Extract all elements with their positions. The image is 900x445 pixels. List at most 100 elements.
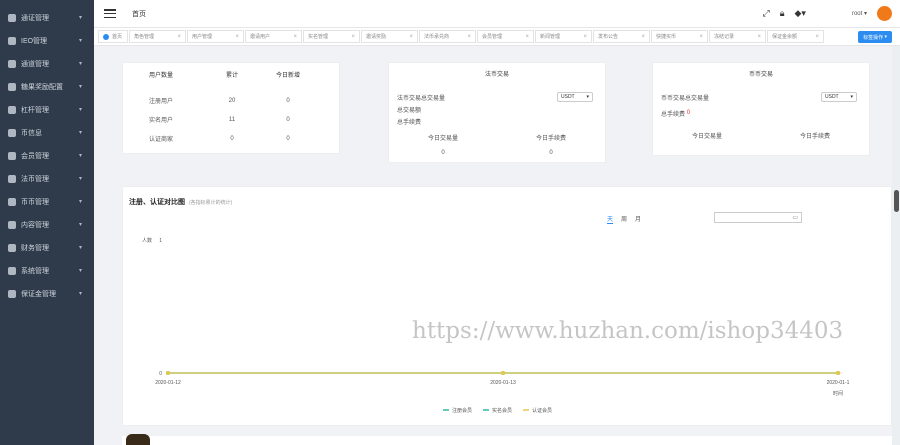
tab-label: 冻结记录 — [714, 34, 735, 40]
scrollbar-thumb[interactable] — [894, 190, 899, 212]
close-icon[interactable]: × — [757, 34, 761, 40]
top-header: 首页 ⤢ 🔒︎ ◆▾ root ▾ — [94, 0, 900, 28]
tab-label: 发布公告 — [598, 34, 619, 40]
tab-4[interactable]: 实名管理 × — [303, 30, 360, 43]
sidebar-item-6[interactable]: 会员管理 ▾ — [0, 144, 94, 167]
legal-fee-row: 总手续费 — [389, 115, 605, 127]
close-icon[interactable]: × — [467, 34, 471, 40]
menu-toggle-icon[interactable] — [104, 9, 116, 18]
coin-icon — [8, 128, 16, 137]
coin-currency-select[interactable]: USDT ▾ — [821, 92, 857, 102]
legal-today-vol-label: 今日交易量 — [427, 136, 458, 142]
exchange-icon — [8, 197, 16, 206]
sidebar-item-label: 内容管理 — [21, 221, 49, 229]
legal-trade-card: 法币交易 法币交易总交易量 USDT ▾ 总交易额 总手续费 今日交易量 今日手续… — [388, 62, 606, 163]
sidebar-item-9[interactable]: 内容管理 ▾ — [0, 213, 94, 236]
close-icon[interactable]: × — [351, 34, 355, 40]
close-icon[interactable]: × — [583, 34, 587, 40]
legal-volume-label: 法币交易总交易量 — [397, 95, 446, 102]
sidebar-item-0[interactable]: 通证管理 ▾ — [0, 6, 94, 29]
range-option-1[interactable]: 周 — [621, 214, 627, 224]
avatar[interactable] — [877, 6, 892, 21]
sidebar-item-2[interactable]: 通道管理 ▾ — [0, 52, 94, 75]
tab-5[interactable]: 邀请奖励 × — [361, 30, 418, 43]
close-icon[interactable]: × — [525, 34, 529, 40]
close-icon[interactable]: × — [815, 34, 819, 40]
row-total: 0 — [230, 135, 234, 142]
sidebar-item-5[interactable]: 币信息 ▾ — [0, 121, 94, 144]
legend-label-2: 认证会员 — [532, 407, 552, 414]
sidebar-item-7[interactable]: 法币管理 ▾ — [0, 167, 94, 190]
range-switch: 天周月 — [607, 214, 641, 224]
tab-label: 邀请用户 — [250, 34, 271, 40]
legal-currency-select[interactable]: USDT ▾ — [557, 92, 593, 102]
bottom-logo — [126, 434, 150, 445]
coin-today-fee-label: 今日手续费 — [799, 134, 830, 140]
sidebar-item-label: 系统管理 — [21, 267, 49, 275]
legal-currency-value: USDT — [561, 94, 575, 100]
tab-10[interactable]: 快捷买币 × — [651, 30, 708, 43]
tab-operations-button[interactable]: 标签操作 ▾ — [858, 31, 892, 43]
sidebar-item-12[interactable]: 保证金管理 ▾ — [0, 282, 94, 305]
sidebar-item-10[interactable]: 财务管理 ▾ — [0, 236, 94, 259]
row-total: 20 — [228, 97, 236, 104]
legal-today-vol-value: 0 — [441, 150, 445, 156]
tab-label: 角色管理 — [134, 34, 155, 40]
y-tick-label: 0 — [159, 371, 162, 377]
coin-today-vol-label: 今日交易量 — [691, 134, 722, 140]
close-icon[interactable]: × — [641, 34, 645, 40]
coin-currency-value: USDT — [825, 94, 839, 100]
range-option-2[interactable]: 月 — [635, 214, 641, 224]
page-scrollbar[interactable] — [892, 46, 900, 445]
legend-label-0: 注册会员 — [452, 407, 472, 414]
close-icon[interactable]: × — [293, 34, 297, 40]
tab-7[interactable]: 会员管理 × — [477, 30, 534, 43]
tab-9[interactable]: 发布公告 × — [593, 30, 650, 43]
chevron-down-icon: ▾ — [78, 15, 82, 21]
lock-icon[interactable]: 🔒︎ — [780, 8, 785, 19]
sidebar-item-8[interactable]: 币币管理 ▾ — [0, 190, 94, 213]
close-icon[interactable]: × — [699, 34, 703, 40]
close-icon[interactable]: × — [235, 34, 239, 40]
tab-bar: 首页 角色管理 × 用户管理 × 邀请用户 × 实名管理 × 邀请奖励 × 法币承兑商 × 会员管理 × 新闻… — [94, 28, 900, 46]
chevron-down-icon: ▾ — [78, 61, 82, 67]
sidebar-item-4[interactable]: 杠杆管理 ▾ — [0, 98, 94, 121]
member-icon — [8, 151, 16, 160]
tab-8[interactable]: 新闻管理 × — [535, 30, 592, 43]
tab-operations-label: 标签操作 — [863, 34, 884, 41]
tab-label: 会员管理 — [482, 34, 503, 40]
row-label: 认证商家 — [149, 137, 174, 143]
header-actions: ⤢ 🔒︎ ◆▾ root ▾ — [763, 6, 892, 21]
user-menu[interactable]: root ▾ — [852, 10, 867, 17]
close-icon[interactable]: × — [177, 34, 181, 40]
sidebar-menu: 通证管理 ▾ IEO管理 ▾ 通道管理 ▾ 糖果奖励配置 ▾ 杠杆管理 ▾ 币信息 ▾ 会员管理 ▾ 法币管… — [0, 0, 94, 305]
tab-2[interactable]: 用户管理 × — [187, 30, 244, 43]
tab-11[interactable]: 冻结记录 × — [709, 30, 766, 43]
sidebar: 通证管理 ▾ IEO管理 ▾ 通道管理 ▾ 糖果奖励配置 ▾ 杠杆管理 ▾ 币信息 ▾ 会员管理 ▾ 法币管… — [0, 0, 94, 445]
row-today: 0 — [286, 97, 290, 104]
tab-1[interactable]: 角色管理 × — [129, 30, 186, 43]
tab-12[interactable]: 保证金余额 × — [767, 30, 824, 43]
sidebar-item-11[interactable]: 系统管理 ▾ — [0, 259, 94, 282]
row-today: 0 — [286, 116, 290, 123]
series-point-2 — [501, 371, 505, 375]
finance-icon — [8, 243, 16, 252]
chevron-down-icon: ▾ — [78, 107, 82, 113]
tab-6[interactable]: 法币承兑商 × — [419, 30, 476, 43]
coin-fee-value: 0 — [686, 110, 691, 116]
close-icon[interactable]: × — [409, 34, 413, 40]
tab-3[interactable]: 邀请用户 × — [245, 30, 302, 43]
sidebar-item-label: 币币管理 — [21, 198, 49, 206]
theme-icon[interactable]: ◆▾ — [795, 8, 806, 19]
date-picker-input[interactable]: ▭ — [714, 212, 802, 223]
sidebar-item-3[interactable]: 糖果奖励配置 ▾ — [0, 75, 94, 98]
chart-subtitle: (各指标累计的统计) — [189, 200, 233, 206]
sidebar-item-1[interactable]: IEO管理 ▾ — [0, 29, 94, 52]
range-option-0[interactable]: 天 — [607, 214, 614, 224]
legal-today-labels: 今日交易量 今日手续费 — [389, 133, 605, 142]
tab-0[interactable]: 首页 — [98, 30, 128, 43]
tab-label: 快捷买币 — [656, 34, 677, 40]
fullscreen-icon[interactable]: ⤢ — [763, 8, 770, 19]
chevron-down-icon: ▾ — [78, 199, 82, 205]
watermark-text: https://www.huzhan.com/ishop34403 — [412, 318, 844, 344]
